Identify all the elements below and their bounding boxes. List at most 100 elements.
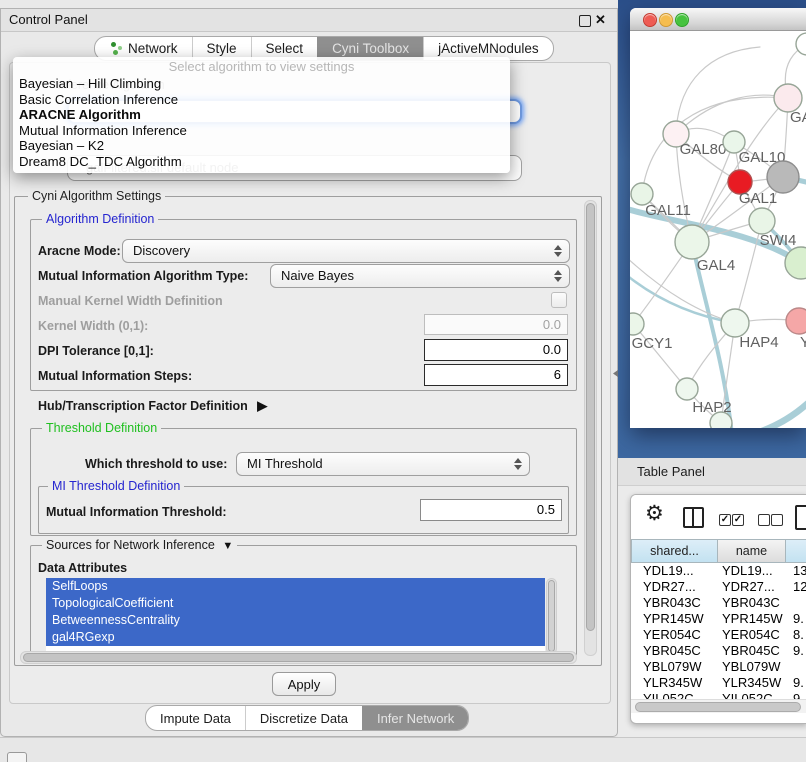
table-cell: YDR27...	[718, 579, 786, 595]
settings-horizontal-scrollbar[interactable]	[20, 651, 577, 664]
node-label: Y	[800, 334, 806, 351]
network-node-hap4[interactable]	[721, 309, 749, 337]
table-row[interactable]: YLR345WYLR345W9.	[631, 675, 806, 691]
manual-kernel-width-label: Manual Kernel Width Definition	[38, 294, 223, 308]
algorithm-option[interactable]: ARACNE Algorithm	[13, 107, 510, 123]
checked-checkbox-icon[interactable]: ✓	[732, 514, 744, 526]
tab-infer-network[interactable]: Infer Network	[362, 706, 468, 730]
attribute-item[interactable]: TopologicalCoefficient	[46, 595, 545, 612]
close-icon[interactable]: ✕	[595, 12, 606, 28]
network-canvas[interactable]: GAL7GAL80GAL10GAL1GAL11SWI4GAL4GCY1HAP4Y…	[630, 31, 806, 428]
node-label: HAP4	[739, 334, 778, 351]
network-view-window: GAL7GAL80GAL10GAL1GAL11SWI4GAL4GCY1HAP4Y…	[630, 8, 806, 428]
attribute-item[interactable]: BetweennessCentrality	[46, 612, 545, 629]
split-columns-icon[interactable]	[683, 507, 704, 528]
table-row[interactable]: YBR043CYBR043C	[631, 595, 806, 611]
attributes-scrollbar-thumb[interactable]	[548, 580, 555, 652]
hub-definition-toggle[interactable]: Hub/Transcription Factor Definition ▶	[38, 398, 267, 414]
table-cell: YBL079W	[718, 659, 786, 675]
mi-threshold-title: MI Threshold Definition	[48, 480, 184, 493]
sources-title-row[interactable]: Sources for Network Inference ▼	[42, 539, 237, 553]
checked-checkbox-icon[interactable]: ✓	[719, 514, 731, 526]
table-row[interactable]: YIL052CYIL052C9.	[631, 691, 806, 699]
page-icon[interactable]	[795, 505, 806, 530]
tab-label: Style	[207, 41, 237, 56]
taskbar-mini-button[interactable]	[7, 752, 27, 762]
table-row[interactable]: YPR145WYPR145W9.	[631, 611, 806, 627]
network-node[interactable]	[796, 33, 806, 55]
table-cell: 9.	[786, 691, 806, 699]
unchecked-checkbox-icon[interactable]	[758, 514, 770, 526]
table-row[interactable]: YBR045CYBR045C9.	[631, 643, 806, 659]
table-cell: YDL19...	[718, 563, 786, 579]
tab-discretize-data[interactable]: Discretize Data	[245, 706, 362, 730]
attribute-item[interactable]: gal4RGexp	[46, 629, 545, 646]
column-header-name[interactable]: name	[718, 539, 786, 563]
mi-threshold-field[interactable]: 0.5	[420, 499, 562, 521]
chevron-right-icon[interactable]: ▶	[257, 398, 267, 413]
algorithm-definition-title: Algorithm Definition	[42, 213, 158, 226]
network-window-titlebar[interactable]	[630, 8, 806, 31]
network-graph[interactable]: GAL7GAL80GAL10GAL1GAL11SWI4GAL4GCY1HAP4Y…	[630, 31, 806, 428]
node-label: GAL7	[790, 109, 806, 126]
network-node-gal7[interactable]	[774, 84, 802, 112]
table-row[interactable]: YDL19...YDL19...13	[631, 563, 806, 579]
table-panel-titlebar: Table Panel	[618, 458, 806, 486]
table-row[interactable]: YDR27...YDR27...12	[631, 579, 806, 595]
bottom-tabbar: Impute Data Discretize DataInfer Network	[145, 705, 469, 731]
network-node-swi4[interactable]	[785, 247, 806, 279]
data-attributes-list: SelfLoopsTopologicalCoefficientBetweenne…	[46, 578, 545, 654]
chevron-down-icon[interactable]: ▼	[222, 540, 233, 552]
tab-label: Impute Data	[160, 711, 231, 726]
attributes-scrollbar[interactable]	[546, 578, 557, 654]
table-row[interactable]: YER054CYER054C8.	[631, 627, 806, 643]
gear-icon[interactable]: ⚙	[645, 501, 664, 526]
close-button[interactable]	[643, 13, 657, 27]
network-node-gcy1[interactable]	[630, 313, 644, 335]
network-node-gal1[interactable]	[749, 208, 775, 234]
which-threshold-combo[interactable]: MI Threshold	[236, 452, 530, 476]
node-label: GCY1	[632, 335, 673, 352]
manual-kernel-width-checkbox[interactable]	[551, 292, 567, 308]
mi-steps-field[interactable]: 6	[424, 364, 568, 386]
column-header-third[interactable]	[786, 539, 806, 563]
algorithm-option[interactable]: Dream8 DC_TDC Algorithm	[13, 154, 510, 170]
mi-algorithm-type-combo[interactable]: Naive Bayes	[270, 264, 570, 288]
unchecked-checkbox-icon[interactable]	[771, 514, 783, 526]
settings-hscrollbar-thumb[interactable]	[23, 653, 574, 662]
table-horizontal-scrollbar[interactable]	[631, 699, 806, 713]
network-node[interactable]	[710, 412, 732, 428]
aracne-mode-combo[interactable]: Discovery	[122, 239, 570, 263]
minimize-button[interactable]	[659, 13, 673, 27]
column-header-shared[interactable]: shared...	[631, 539, 718, 563]
table-scrollbar-thumb[interactable]	[635, 702, 801, 712]
mi-algorithm-type-value: Naive Bayes	[281, 268, 354, 283]
network-edge	[750, 347, 806, 428]
table-cell: YIL052C	[631, 691, 718, 699]
zoom-button[interactable]	[675, 13, 689, 27]
algorithm-option[interactable]: Basic Correlation Inference	[13, 92, 510, 108]
table-cell: YIL052C	[718, 691, 786, 699]
status-strip	[0, 737, 806, 762]
control-panel-titlebar[interactable]: Control Panel ✕	[1, 9, 617, 32]
which-threshold-label: Which threshold to use:	[85, 457, 227, 471]
algorithm-option[interactable]: Bayesian – Hill Climbing	[13, 76, 510, 92]
attribute-item[interactable]: SelfLoops	[46, 578, 545, 595]
table-rows: YDL19...YDL19...13YDR27...YDR27...12YBR0…	[631, 563, 806, 699]
network-node-gal4[interactable]	[675, 225, 709, 259]
settings-scrollbar-thumb[interactable]	[586, 203, 595, 631]
tab-impute-data[interactable]: Impute Data	[146, 706, 245, 730]
table-header: shared... name	[631, 539, 806, 563]
network-node-y[interactable]	[786, 308, 806, 334]
table-row[interactable]: YBL079WYBL079W	[631, 659, 806, 675]
network-node[interactable]	[767, 161, 799, 193]
settings-vertical-scrollbar[interactable]	[584, 200, 597, 656]
algorithm-option[interactable]: Mutual Information Inference	[13, 123, 510, 139]
float-window-icon[interactable]	[579, 15, 591, 27]
kernel-width-field[interactable]: 0.0	[424, 314, 568, 335]
algorithm-option[interactable]: Bayesian – K2	[13, 138, 510, 154]
dpi-tolerance-field[interactable]: 0.0	[424, 339, 568, 361]
node-label: GAL80	[680, 141, 727, 158]
apply-button[interactable]: Apply	[272, 672, 336, 696]
network-node-hap2[interactable]	[676, 378, 698, 400]
